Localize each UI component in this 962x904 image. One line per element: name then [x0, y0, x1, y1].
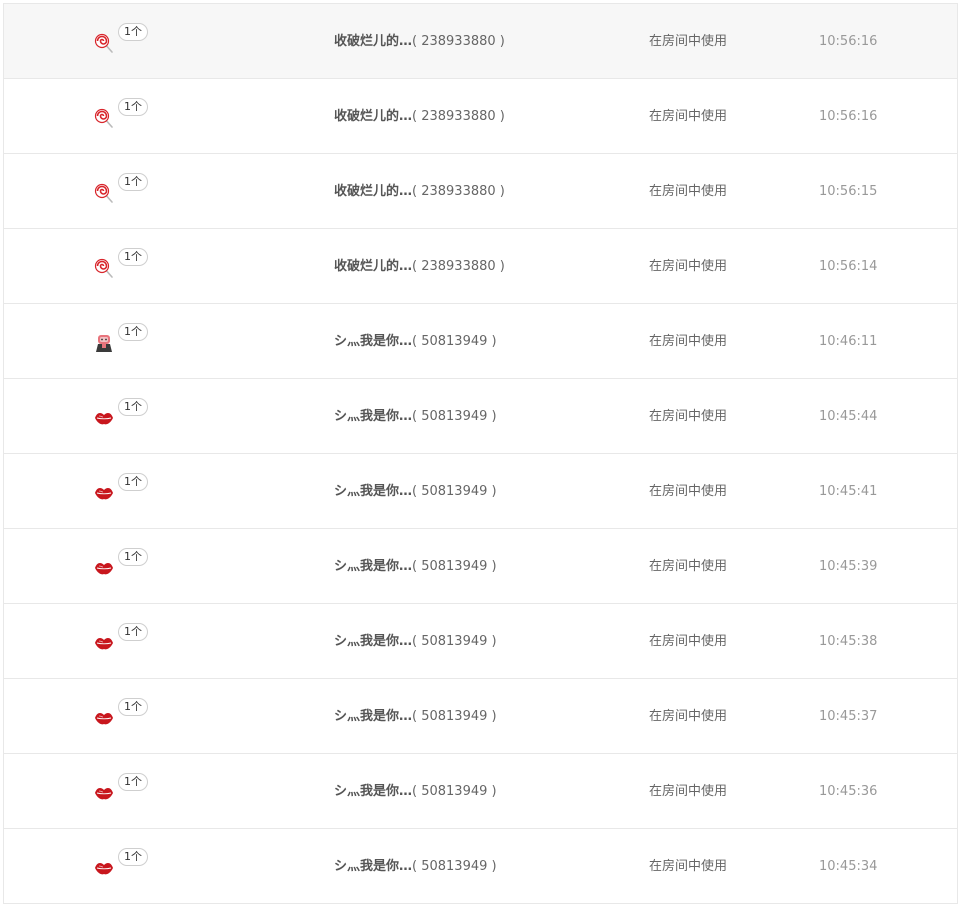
sender-name[interactable]: シ灬我是你…: [334, 484, 412, 499]
sender: シ灬我是你…( 50813949 ): [334, 708, 497, 726]
sender: 收破烂儿的…( 238933880 ): [334, 258, 505, 276]
sender-name[interactable]: シ灬我是你…: [334, 634, 412, 649]
sender-name[interactable]: 收破烂儿的…: [334, 34, 412, 49]
timestamp: 10:46:11: [819, 334, 878, 349]
sender-name[interactable]: シ灬我是你…: [334, 409, 412, 424]
sender-id: ( 50813949 ): [412, 784, 497, 799]
list-item: 1个 收破烂儿的…( 238933880 ) 在房间中使用 10:56:16: [4, 79, 957, 154]
count-badge: 1个: [118, 698, 148, 716]
sender-id: ( 50813949 ): [412, 334, 497, 349]
list-item: 1个 シ灬我是你…( 50813949 ) 在房间中使用 10:45:36: [4, 754, 957, 829]
sender-name[interactable]: シ灬我是你…: [334, 334, 412, 349]
sender-name[interactable]: シ灬我是你…: [334, 859, 412, 874]
lollipop-icon: [93, 107, 115, 129]
list-item: 1个 シ灬我是你…( 50813949 ) 在房间中使用 10:45:39: [4, 529, 957, 604]
usage-text: 在房间中使用: [649, 34, 728, 49]
lips-icon: [93, 707, 115, 729]
timestamp: 10:45:41: [819, 484, 878, 499]
sender: シ灬我是你…( 50813949 ): [334, 633, 497, 651]
list-item: 1个 收破烂儿的…( 238933880 ) 在房间中使用 10:56:16: [4, 4, 957, 79]
count-badge: 1个: [118, 398, 148, 416]
sender: シ灬我是你…( 50813949 ): [334, 483, 497, 501]
timestamp: 10:56:14: [819, 259, 878, 274]
count-badge: 1个: [118, 548, 148, 566]
list-item: 1个 シ灬我是你…( 50813949 ) 在房间中使用 10:45:34: [4, 829, 957, 904]
usage-text: 在房间中使用: [649, 259, 728, 274]
lips-icon: [93, 482, 115, 504]
lips-icon: [93, 857, 115, 879]
sender-id: ( 50813949 ): [412, 559, 497, 574]
lips-icon: [93, 557, 115, 579]
usage-text: 在房间中使用: [649, 484, 728, 499]
lollipop-icon: [93, 257, 115, 279]
sender-name[interactable]: 收破烂儿的…: [334, 259, 412, 274]
count-badge: 1个: [118, 623, 148, 641]
sender-name[interactable]: 收破烂儿的…: [334, 109, 412, 124]
list-item: 1个 シ灬我是你…( 50813949 ) 在房间中使用 10:45:38: [4, 604, 957, 679]
sender: 收破烂儿的…( 238933880 ): [334, 183, 505, 201]
sender-id: ( 238933880 ): [412, 109, 505, 124]
sender-id: ( 50813949 ): [412, 709, 497, 724]
sender-id: ( 238933880 ): [412, 259, 505, 274]
sender: シ灬我是你…( 50813949 ): [334, 858, 497, 876]
timestamp: 10:45:36: [819, 784, 878, 799]
count-badge: 1个: [118, 848, 148, 866]
sender-name[interactable]: シ灬我是你…: [334, 559, 412, 574]
lips-icon: [93, 632, 115, 654]
lollipop-icon: [93, 32, 115, 54]
timestamp: 10:45:38: [819, 634, 878, 649]
list-item: 1个 シ灬我是你…( 50813949 ) 在房间中使用 10:45:37: [4, 679, 957, 754]
character-icon: [93, 332, 115, 354]
timestamp: 10:45:39: [819, 559, 878, 574]
usage-text: 在房间中使用: [649, 184, 728, 199]
count-badge: 1个: [118, 473, 148, 491]
timestamp: 10:56:16: [819, 109, 878, 124]
usage-text: 在房间中使用: [649, 634, 728, 649]
count-badge: 1个: [118, 173, 148, 191]
timestamp: 10:56:16: [819, 34, 878, 49]
lollipop-icon: [93, 182, 115, 204]
sender: シ灬我是你…( 50813949 ): [334, 408, 497, 426]
list-item: 1个 シ灬我是你…( 50813949 ) 在房间中使用 10:45:41: [4, 454, 957, 529]
lips-icon: [93, 407, 115, 429]
count-badge: 1个: [118, 773, 148, 791]
sender: 收破烂儿的…( 238933880 ): [334, 108, 505, 126]
sender-name[interactable]: シ灬我是你…: [334, 784, 412, 799]
list-item: 1个 シ灬我是你…( 50813949 ) 在房间中使用 10:46:11: [4, 304, 957, 379]
list-item: 1个 收破烂儿的…( 238933880 ) 在房间中使用 10:56:14: [4, 229, 957, 304]
usage-text: 在房间中使用: [649, 409, 728, 424]
gift-record-list: 1个 收破烂儿的…( 238933880 ) 在房间中使用 10:56:16 1…: [3, 3, 958, 904]
list-item: 1个 收破烂儿的…( 238933880 ) 在房间中使用 10:56:15: [4, 154, 957, 229]
sender-name[interactable]: 收破烂儿的…: [334, 184, 412, 199]
sender: シ灬我是你…( 50813949 ): [334, 558, 497, 576]
sender: 收破烂儿的…( 238933880 ): [334, 33, 505, 51]
usage-text: 在房间中使用: [649, 784, 728, 799]
usage-text: 在房间中使用: [649, 334, 728, 349]
count-badge: 1个: [118, 98, 148, 116]
sender-id: ( 50813949 ): [412, 859, 497, 874]
sender-id: ( 238933880 ): [412, 34, 505, 49]
lips-icon: [93, 782, 115, 804]
usage-text: 在房间中使用: [649, 859, 728, 874]
timestamp: 10:45:37: [819, 709, 878, 724]
timestamp: 10:45:44: [819, 409, 878, 424]
sender-id: ( 50813949 ): [412, 409, 497, 424]
timestamp: 10:56:15: [819, 184, 878, 199]
count-badge: 1个: [118, 248, 148, 266]
timestamp: 10:45:34: [819, 859, 878, 874]
sender-name[interactable]: シ灬我是你…: [334, 709, 412, 724]
usage-text: 在房间中使用: [649, 559, 728, 574]
count-badge: 1个: [118, 323, 148, 341]
usage-text: 在房间中使用: [649, 709, 728, 724]
count-badge: 1个: [118, 23, 148, 41]
sender-id: ( 50813949 ): [412, 484, 497, 499]
list-item: 1个 シ灬我是你…( 50813949 ) 在房间中使用 10:45:44: [4, 379, 957, 454]
sender: シ灬我是你…( 50813949 ): [334, 333, 497, 351]
sender-id: ( 238933880 ): [412, 184, 505, 199]
usage-text: 在房间中使用: [649, 109, 728, 124]
sender: シ灬我是你…( 50813949 ): [334, 783, 497, 801]
sender-id: ( 50813949 ): [412, 634, 497, 649]
